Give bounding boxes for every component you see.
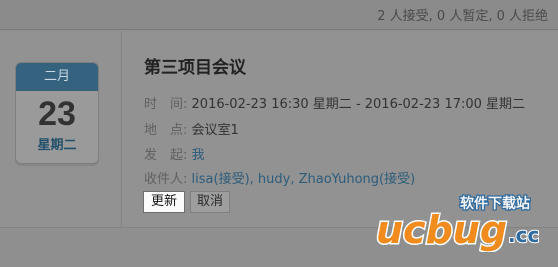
recipient-separator: ,: [290, 172, 299, 187]
calendar-weekday: 星期二: [37, 138, 77, 153]
watermark-main-text: ucbug: [376, 208, 507, 252]
place-value: 会议室1: [191, 123, 239, 138]
event-organizer-row: 发 起: 我: [144, 144, 205, 163]
recipient-link[interactable]: hudy: [258, 172, 290, 187]
calendar-day: 23: [38, 95, 76, 133]
event-place-row: 地 点: 会议室1: [144, 119, 239, 138]
ucbug-watermark-logo: 软件下载站 ucbug .cc: [375, 194, 541, 252]
event-time-row: 时 间: 2016-02-23 16:30 星期二 - 2016-02-23 1…: [144, 93, 525, 112]
response-summary-text: 2 人接受, 0 人暂定, 0 人拒绝: [377, 9, 548, 24]
recipient-separator: ,: [249, 172, 258, 187]
meeting-invite-window: 2 人接受, 0 人暂定, 0 人拒绝 二月 23 星期二 第三项目会议 时 间…: [0, 0, 558, 267]
event-title: 第三项目会议: [144, 58, 246, 78]
organizer-label: 发 起:: [144, 148, 188, 163]
cancel-button[interactable]: 取消: [190, 191, 230, 213]
place-label: 地 点:: [144, 123, 188, 138]
calendar-date-badge: 二月 23 星期二: [15, 62, 99, 164]
recipient-link[interactable]: ZhaoYuhong(接受): [299, 172, 416, 187]
calendar-month: 二月: [16, 63, 98, 91]
response-summary-bar: 2 人接受, 0 人暂定, 0 人拒绝: [0, 0, 558, 30]
card-divider: [121, 31, 122, 227]
organizer-link[interactable]: 我: [192, 148, 205, 163]
recipient-link[interactable]: lisa(接受): [192, 172, 250, 187]
time-label: 时 间:: [144, 97, 188, 112]
update-button[interactable]: 更新: [143, 191, 185, 213]
time-value: 2016-02-23 16:30 星期二 - 2016-02-23 17:00 …: [191, 97, 526, 112]
watermark-suffix: .cc: [508, 223, 539, 247]
recipients-label: 收件人:: [144, 172, 188, 187]
event-recipients-row: 收件人: lisa(接受), hudy, ZhaoYuhong(接受): [144, 168, 415, 187]
